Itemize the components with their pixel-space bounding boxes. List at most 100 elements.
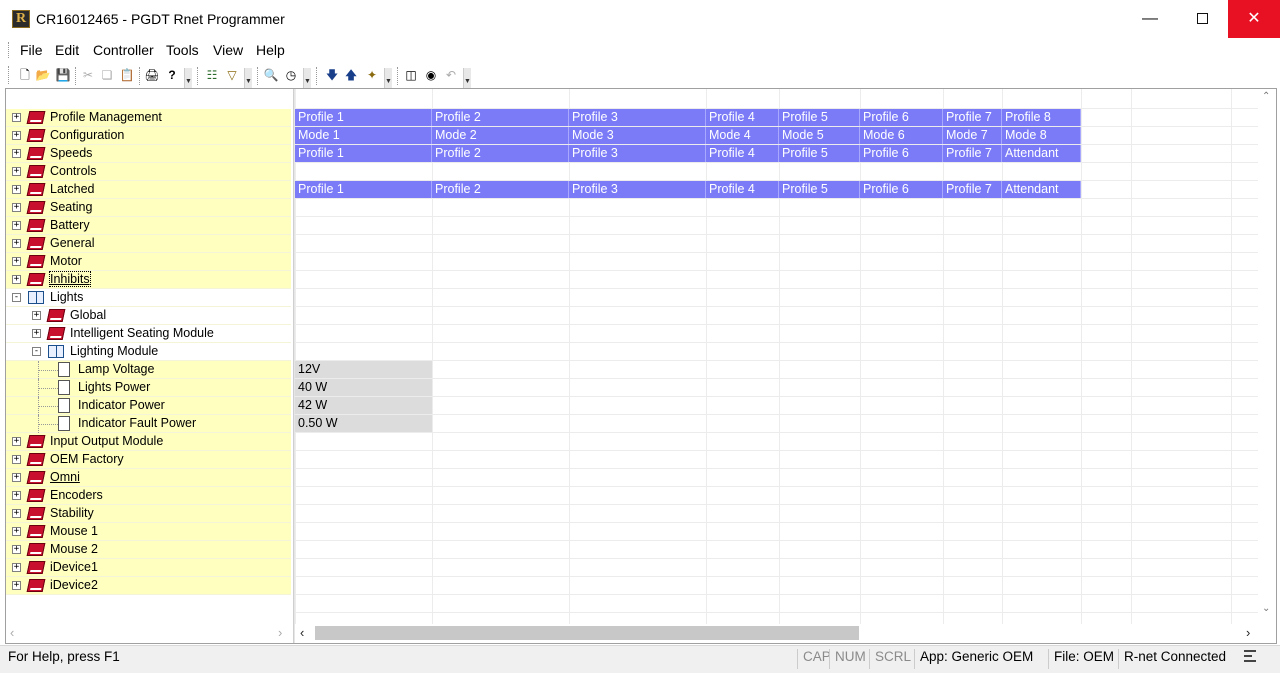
grid-cell[interactable]: Profile 2 <box>432 145 569 162</box>
help-dropdown[interactable]: ▼ <box>184 68 192 88</box>
cut-icon[interactable]: ✂ <box>80 67 96 83</box>
tree-item[interactable]: Lamp Voltage <box>6 361 291 379</box>
grid-cell[interactable]: Mode 8 <box>1002 127 1081 144</box>
tree-item[interactable]: + Encoders <box>6 487 291 505</box>
tree-item[interactable]: + Profile Management <box>6 109 291 127</box>
grid-cell[interactable]: Profile 4 <box>706 109 779 126</box>
grid-cell[interactable]: Profile 5 <box>779 181 860 198</box>
grid-cell[interactable]: Profile 4 <box>706 145 779 162</box>
tree-item[interactable]: + iDevice1 <box>6 559 291 577</box>
tree-item[interactable]: + Controls <box>6 163 291 181</box>
menu-tools[interactable]: Tools <box>166 42 199 58</box>
tree-item[interactable]: + Configuration <box>6 127 291 145</box>
grid-cell[interactable]: 0.50 W <box>295 415 432 432</box>
parameter-grid[interactable]: Profile 1 Profile 2 Profile 3 Profile 4 Prof… <box>295 89 1258 624</box>
tree-item[interactable]: - Lights <box>6 289 291 307</box>
collapse-icon[interactable]: - <box>12 293 21 302</box>
grid-cell[interactable]: Mode 3 <box>569 127 706 144</box>
grid-cell[interactable]: Profile 3 <box>569 109 706 126</box>
grid-cell[interactable]: Mode 1 <box>295 127 432 144</box>
grid-cell[interactable]: Profile 1 <box>295 109 432 126</box>
grid-cell[interactable]: Attendant <box>1002 145 1081 162</box>
expand-icon[interactable]: + <box>12 221 21 230</box>
clock-icon[interactable]: ◷ <box>283 67 299 83</box>
grid-scroll-left-icon[interactable]: ‹ <box>300 625 304 640</box>
grid-cell[interactable]: Mode 4 <box>706 127 779 144</box>
paste-icon[interactable]: 📋 <box>119 67 135 83</box>
expand-icon[interactable]: + <box>12 437 21 446</box>
menu-controller[interactable]: Controller <box>93 42 154 58</box>
expand-icon[interactable]: + <box>12 491 21 500</box>
tree-item[interactable]: + OEM Factory <box>6 451 291 469</box>
undo-dropdown[interactable]: ▼ <box>463 68 471 88</box>
tree-item[interactable]: + Battery <box>6 217 291 235</box>
vertical-scrollbar[interactable]: ⌃ ⌄ <box>1259 89 1276 624</box>
tree-item[interactable]: Lights Power <box>6 379 291 397</box>
tree-pane[interactable]: + Profile Management + Configuration + Speeds… <box>6 89 293 624</box>
expand-icon[interactable]: + <box>12 509 21 518</box>
tree-item[interactable]: + Latched <box>6 181 291 199</box>
tree-item[interactable]: + Intelligent Seating Module <box>6 325 291 343</box>
expand-icon[interactable]: + <box>12 239 21 248</box>
tree-item[interactable]: + iDevice2 <box>6 577 291 595</box>
open-folder-icon[interactable]: 📂 <box>35 67 51 83</box>
grid-scroll-right-icon[interactable]: › <box>1246 625 1250 640</box>
tree-item[interactable]: + Omni <box>6 469 291 487</box>
grid-cell[interactable]: Profile 6 <box>860 109 943 126</box>
new-file-icon[interactable]: 🗋 <box>17 67 33 83</box>
status-menu-icon[interactable] <box>1244 650 1258 664</box>
grid-cell[interactable]: Profile 6 <box>860 181 943 198</box>
grid-cell[interactable]: Profile 1 <box>295 145 432 162</box>
menu-edit[interactable]: Edit <box>55 42 79 58</box>
grid-cell[interactable]: Profile 6 <box>860 145 943 162</box>
tree-item[interactable]: + General <box>6 235 291 253</box>
expand-icon[interactable]: + <box>12 455 21 464</box>
menu-file[interactable]: File <box>20 42 43 58</box>
filter-dropdown[interactable]: ▼ <box>244 68 252 88</box>
tree-scroll-right-icon[interactable]: › <box>278 625 282 640</box>
grid-cell[interactable]: Mode 7 <box>943 127 1002 144</box>
expand-icon[interactable]: + <box>12 257 21 266</box>
tree-icon[interactable]: ☷ <box>204 67 220 83</box>
toolbar-grip[interactable] <box>8 66 11 84</box>
grid-cell[interactable]: Profile 7 <box>943 109 1002 126</box>
grid-cell[interactable]: Profile 7 <box>943 145 1002 162</box>
close-button[interactable]: ✕ <box>1228 0 1280 38</box>
compare-icon[interactable]: ◫ <box>403 67 419 83</box>
tree-item[interactable]: + Global <box>6 307 291 325</box>
grid-cell[interactable]: Profile 5 <box>779 109 860 126</box>
expand-icon[interactable]: + <box>12 113 21 122</box>
menubar-grip[interactable] <box>8 42 11 58</box>
expand-icon[interactable]: + <box>12 527 21 536</box>
grid-horizontal-scrollbar[interactable]: ‹ › <box>295 624 1258 642</box>
tree-item[interactable]: + Inhibits <box>6 271 291 289</box>
help-icon[interactable]: ? <box>164 67 180 83</box>
tree-item[interactable]: + Speeds <box>6 145 291 163</box>
print-icon[interactable]: 🖨 <box>144 67 160 83</box>
expand-icon[interactable]: + <box>12 275 21 284</box>
grid-cell[interactable]: Mode 5 <box>779 127 860 144</box>
grid-cell[interactable]: 42 W <box>295 397 432 414</box>
save-icon[interactable]: 💾 <box>55 67 71 83</box>
expand-icon[interactable]: + <box>12 203 21 212</box>
upload-icon[interactable]: 🡅 <box>343 67 359 83</box>
undo-icon[interactable]: ↶ <box>443 67 459 83</box>
binoculars-icon[interactable]: ◉ <box>423 67 439 83</box>
expand-icon[interactable]: + <box>12 545 21 554</box>
grid-scroll-thumb[interactable] <box>315 626 859 640</box>
tree-item[interactable]: - Lighting Module <box>6 343 291 361</box>
expand-icon[interactable]: + <box>32 329 41 338</box>
tree-horizontal-scrollbar[interactable]: ‹ › <box>6 624 293 642</box>
maximize-button[interactable] <box>1176 0 1228 38</box>
grid-cell[interactable]: Attendant <box>1002 181 1081 198</box>
copy-icon[interactable]: ❏ <box>99 67 115 83</box>
scroll-up-icon[interactable]: ⌃ <box>1262 91 1270 102</box>
tree-item[interactable]: + Motor <box>6 253 291 271</box>
search-icon[interactable]: 🔍 <box>263 67 279 83</box>
wand-dropdown[interactable]: ▼ <box>384 68 392 88</box>
expand-icon[interactable]: + <box>12 167 21 176</box>
clock-dropdown[interactable]: ▼ <box>303 68 311 88</box>
tree-item[interactable]: + Stability <box>6 505 291 523</box>
expand-icon[interactable]: + <box>12 185 21 194</box>
expand-icon[interactable]: + <box>12 149 21 158</box>
